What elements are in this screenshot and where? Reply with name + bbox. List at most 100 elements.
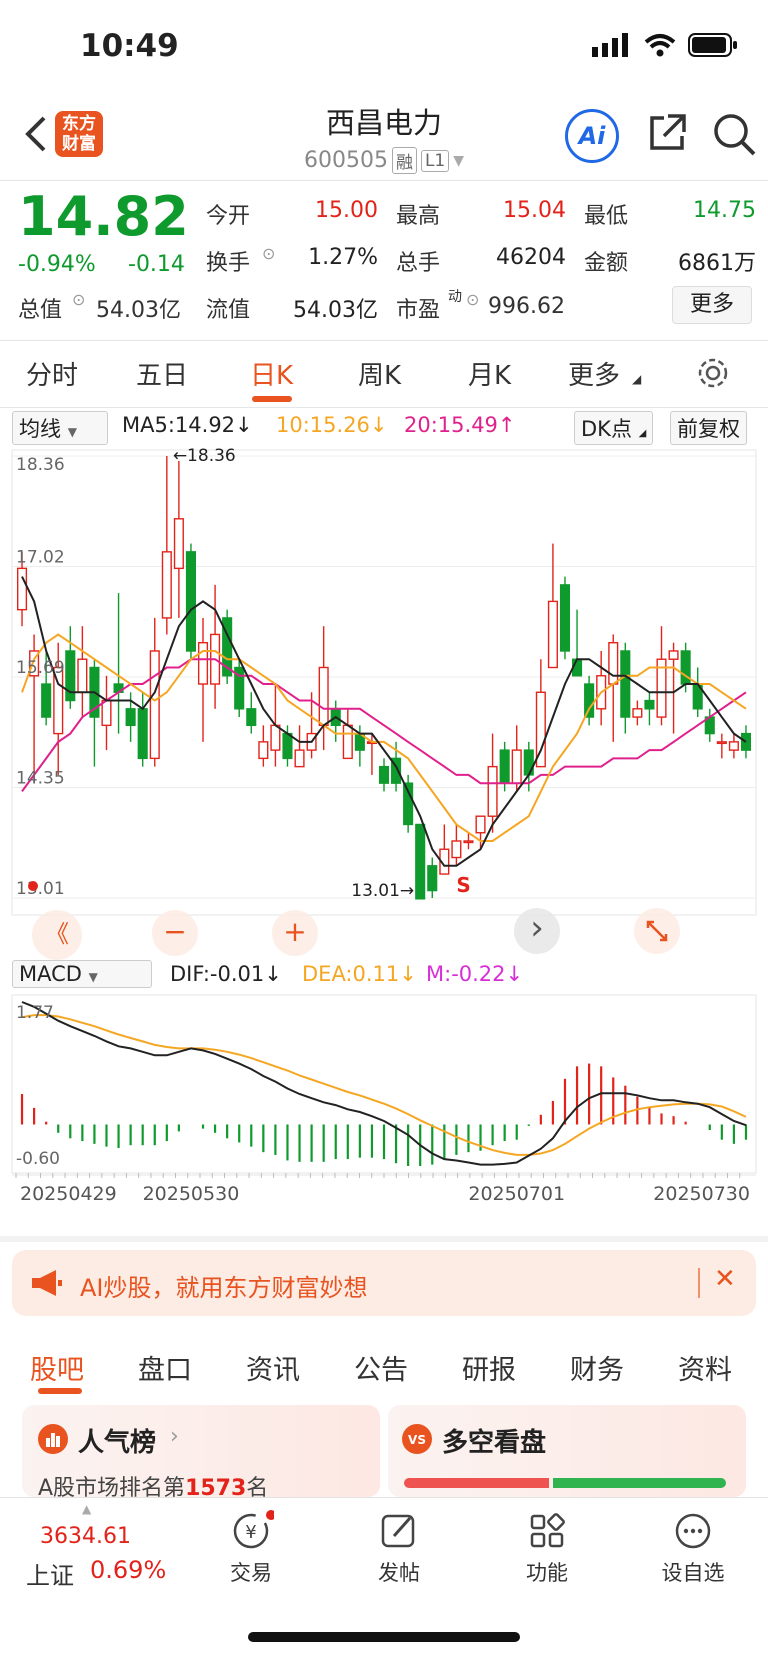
open-value: 15.00 [315,198,378,223]
tab-announcements[interactable]: 公告 [354,1348,408,1387]
status-icons [592,32,738,58]
m-label: M:-0.22↓ [426,962,524,986]
nav-post-label: 发帖 [378,1561,420,1585]
tab-news[interactable]: 资讯 [246,1348,300,1387]
info-icon[interactable]: ⊙ [72,290,85,309]
candle-body [258,741,269,760]
index-change[interactable]: 0.69% [90,1556,166,1584]
index-name[interactable]: 上证 [26,1556,74,1591]
divider [0,340,768,341]
banner-divider [698,1268,700,1298]
stock-code: 600505 [303,148,388,173]
nav-post[interactable]: 发帖 [344,1510,454,1587]
high-value: 15.04 [503,198,566,223]
tab-profile[interactable]: 资料 [678,1348,732,1387]
nav-trade[interactable]: ¥ 交易 [196,1510,306,1587]
pe-superscript: 动 [448,289,462,305]
y-axis-label: 13.01 [16,879,65,899]
zoom-out-button[interactable]: − [152,910,198,956]
nav-add-watchlist[interactable]: 设自选 [638,1510,748,1587]
close-icon[interactable]: ✕ [714,1264,736,1294]
x-axis-date-label: 20250701 [468,1183,565,1205]
x-axis-date-label: 20250530 [143,1183,240,1205]
long-bar [404,1478,549,1488]
wifi-icon [644,34,676,57]
candle-body [451,840,462,859]
candle-body [185,551,196,652]
volume-value: 46204 [496,245,566,270]
dk-point-label: DK点 [581,417,632,441]
status-time: 10:49 [80,28,179,64]
zoom-in-button[interactable]: + [272,910,318,956]
nav-functions[interactable]: 功能 [492,1510,602,1587]
candle-body [149,650,160,760]
next-page-button[interactable]: › [514,908,560,954]
long-short-title: 多空看盘 [442,1428,547,1458]
mktcap-value: 54.03亿 [96,298,181,323]
fullscreen-icon[interactable] [632,906,682,956]
tab-intraday[interactable]: 分时 [26,355,78,392]
kline-frame [11,449,757,916]
ai-button[interactable]: Ai [565,109,619,163]
prev-page-button[interactable]: 《 [32,910,82,960]
candle-body [378,765,390,784]
candle-body [161,551,172,619]
kline-chart[interactable]: 18.36 17.02 15.69 14.35 13.01 ←18.36 13.01→ S 1.… [0,440,768,1220]
macd-axis-label: 1.77 [16,1003,54,1023]
tab-weekly-k[interactable]: 周K [358,355,401,392]
pe-label: 市盈 [396,298,441,323]
candle-body [608,642,619,685]
active-tab-indicator [252,396,292,402]
tab-research[interactable]: 研报 [462,1348,516,1387]
grid-apps-icon [530,1513,565,1548]
trade-icon: ¥ [233,1510,276,1549]
candle-body [41,683,52,718]
tab-finance[interactable]: 财务 [570,1348,624,1387]
share-icon[interactable] [646,112,688,154]
candle-body [173,518,184,570]
tab-more[interactable]: 更多 [568,355,620,392]
corner-caret-icon: ◢ [638,428,647,439]
candle-body [475,815,486,834]
candle-body [511,749,522,784]
indicator-select-label: 均线 [19,417,61,441]
sell-signal-marker: S [456,873,470,897]
info-icon[interactable]: ⊙ [466,290,479,309]
megaphone-icon [32,1270,62,1296]
candle-body [547,600,558,669]
y-axis-label: 14.35 [16,769,65,789]
info-icon[interactable]: ⊙ [262,244,275,263]
x-axis-date-label: 20250429 [20,1183,117,1205]
home-indicator [248,1632,520,1642]
battery-icon [688,33,737,57]
chevron-down-icon: ▼ [88,970,98,984]
corner-caret-icon: ◢ [632,372,642,386]
section-separator [0,1236,768,1242]
candle-body [620,650,631,718]
search-icon[interactable] [712,112,758,158]
settings-gear-icon[interactable] [696,356,730,390]
dea-label: DEA:0.11↓ [302,962,417,986]
chevron-right-icon: › [170,1424,179,1449]
min-price-marker: 13.01→ [351,881,414,901]
more-quote-button[interactable]: 更多 [672,286,752,324]
tab-guba[interactable]: 股吧 [30,1348,84,1387]
high-label: 最高 [396,204,441,229]
float-label: 流值 [206,298,251,323]
dif-label: DIF:-0.01↓ [170,962,282,986]
nav-watchlist-label: 设自选 [661,1561,725,1585]
change-value: -0.14 [128,252,185,277]
svg-text:¥: ¥ [245,1522,256,1543]
tab-daily-k[interactable]: 日K [250,355,293,392]
macd-select[interactable]: MACD ▼ [12,960,152,988]
candle-body [523,749,534,776]
candle-body [728,741,739,751]
tab-five-day[interactable]: 五日 [136,355,188,392]
change-percent: -0.94% [18,252,96,277]
index-value[interactable]: 3634.61 [40,1524,131,1549]
tab-order-book[interactable]: 盘口 [138,1348,192,1387]
candle-body [415,823,426,900]
pe-value: 996.62 [488,294,565,319]
buy-dot-marker [28,881,38,891]
tab-monthly-k[interactable]: 月K [468,355,511,392]
